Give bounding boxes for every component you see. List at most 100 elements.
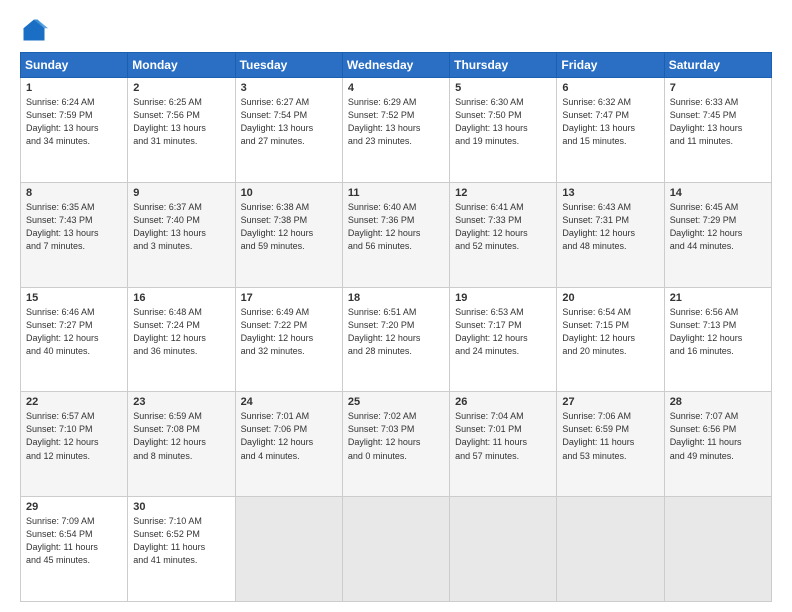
weekday-thursday: Thursday <box>450 53 557 78</box>
calendar-week-row: 29Sunrise: 7:09 AMSunset: 6:54 PMDayligh… <box>21 497 772 602</box>
day-info-line: and 49 minutes. <box>670 451 734 461</box>
day-info-line: Sunset: 7:54 PM <box>241 110 308 120</box>
day-info-line: Sunset: 7:13 PM <box>670 320 737 330</box>
day-info-line: and 12 minutes. <box>26 451 90 461</box>
day-info-line: Daylight: 13 hours <box>133 228 206 238</box>
day-info-line: Daylight: 12 hours <box>562 333 635 343</box>
day-info-line: Sunrise: 6:46 AM <box>26 307 95 317</box>
day-info-line: Daylight: 12 hours <box>26 333 99 343</box>
day-number: 30 <box>133 501 229 513</box>
day-info-line: Sunset: 6:56 PM <box>670 424 737 434</box>
day-info-line: Sunset: 7:29 PM <box>670 215 737 225</box>
day-info: Sunrise: 7:07 AMSunset: 6:56 PMDaylight:… <box>670 410 766 462</box>
day-info-line: Sunrise: 6:35 AM <box>26 202 95 212</box>
table-row: 5Sunrise: 6:30 AMSunset: 7:50 PMDaylight… <box>450 78 557 183</box>
table-row: 30 Sunrise: 7:10 AMSunset: 6:52 PMDayligh… <box>128 497 235 602</box>
table-row: 28 Sunrise: 7:07 AMSunset: 6:56 PMDayligh… <box>664 392 771 497</box>
day-number: 8 <box>26 187 122 199</box>
day-info-line: Daylight: 12 hours <box>348 333 421 343</box>
day-info-line: Sunrise: 6:24 AM <box>26 97 95 107</box>
table-row <box>450 497 557 602</box>
day-number: 25 <box>348 396 444 408</box>
table-row: 16Sunrise: 6:48 AMSunset: 7:24 PMDayligh… <box>128 287 235 392</box>
day-info-line: Sunrise: 6:57 AM <box>26 411 95 421</box>
day-number: 21 <box>670 292 766 304</box>
day-info-line: Daylight: 11 hours <box>455 437 527 447</box>
weekday-wednesday: Wednesday <box>342 53 449 78</box>
table-row: 2Sunrise: 6:25 AMSunset: 7:56 PMDaylight… <box>128 78 235 183</box>
weekday-saturday: Saturday <box>664 53 771 78</box>
day-info-line: Daylight: 12 hours <box>670 228 743 238</box>
table-row <box>557 497 664 602</box>
day-info-line: Sunset: 6:59 PM <box>562 424 629 434</box>
day-info: Sunrise: 6:33 AMSunset: 7:45 PMDaylight:… <box>670 96 766 148</box>
day-info-line: Daylight: 11 hours <box>133 542 205 552</box>
day-info-line: Sunrise: 6:27 AM <box>241 97 310 107</box>
table-row: 15Sunrise: 6:46 AMSunset: 7:27 PMDayligh… <box>21 287 128 392</box>
day-info: Sunrise: 6:57 AMSunset: 7:10 PMDaylight:… <box>26 410 122 462</box>
day-info: Sunrise: 6:54 AMSunset: 7:15 PMDaylight:… <box>562 306 658 358</box>
table-row <box>342 497 449 602</box>
table-row: 19 Sunrise: 6:53 AMSunset: 7:17 PMDayligh… <box>450 287 557 392</box>
day-number: 15 <box>26 292 122 304</box>
day-info: Sunrise: 6:53 AMSunset: 7:17 PMDaylight:… <box>455 306 551 358</box>
table-row <box>664 497 771 602</box>
day-info-line: Daylight: 13 hours <box>348 123 421 133</box>
day-number: 1 <box>26 82 122 94</box>
day-info-line: Sunrise: 6:37 AM <box>133 202 202 212</box>
day-info-line: Sunrise: 6:40 AM <box>348 202 417 212</box>
day-info-line: Sunset: 7:01 PM <box>455 424 522 434</box>
day-info: Sunrise: 6:30 AMSunset: 7:50 PMDaylight:… <box>455 96 551 148</box>
day-info-line: Sunset: 7:56 PM <box>133 110 200 120</box>
weekday-sunday: Sunday <box>21 53 128 78</box>
day-info-line: and 28 minutes. <box>348 346 412 356</box>
table-row: 6Sunrise: 6:32 AMSunset: 7:47 PMDaylight… <box>557 78 664 183</box>
day-number: 7 <box>670 82 766 94</box>
day-number: 19 <box>455 292 551 304</box>
day-info-line: and 44 minutes. <box>670 241 734 251</box>
day-info-line: and 23 minutes. <box>348 136 412 146</box>
table-row: 4Sunrise: 6:29 AMSunset: 7:52 PMDaylight… <box>342 78 449 183</box>
day-number: 28 <box>670 396 766 408</box>
table-row: 25Sunrise: 7:02 AMSunset: 7:03 PMDayligh… <box>342 392 449 497</box>
day-info-line: Sunset: 7:24 PM <box>133 320 200 330</box>
day-info-line: Sunset: 6:54 PM <box>26 529 93 539</box>
calendar-week-row: 8 Sunrise: 6:35 AM Sunset: 7:43 PM Daylight… <box>21 182 772 287</box>
table-row: 24Sunrise: 7:01 AMSunset: 7:06 PMDayligh… <box>235 392 342 497</box>
day-info-line: and 16 minutes. <box>670 346 734 356</box>
header <box>20 16 772 44</box>
day-info: Sunrise: 7:10 AMSunset: 6:52 PMDaylight:… <box>133 515 229 567</box>
day-info-line: Sunset: 7:59 PM <box>26 110 93 120</box>
calendar-week-row: 1 Sunrise: 6:24 AM Sunset: 7:59 PM Daylight… <box>21 78 772 183</box>
day-info-line: and 4 minutes. <box>241 451 300 461</box>
day-number: 18 <box>348 292 444 304</box>
day-info-line: Daylight: 12 hours <box>133 333 206 343</box>
day-info-line: Daylight: 13 hours <box>455 123 528 133</box>
day-info-line: Sunset: 7:43 PM <box>26 215 93 225</box>
day-info-line: Sunset: 7:22 PM <box>241 320 308 330</box>
day-info-line: Sunset: 7:10 PM <box>26 424 93 434</box>
day-info-line: and 19 minutes. <box>455 136 519 146</box>
day-info-line: Sunrise: 6:25 AM <box>133 97 202 107</box>
day-info-line: Sunset: 7:17 PM <box>455 320 522 330</box>
day-info-line: Sunrise: 6:38 AM <box>241 202 310 212</box>
day-info-line: Daylight: 12 hours <box>241 333 314 343</box>
day-info-line: Sunset: 7:33 PM <box>455 215 522 225</box>
day-info-line: Sunset: 7:36 PM <box>348 215 415 225</box>
day-info: Sunrise: 6:51 AMSunset: 7:20 PMDaylight:… <box>348 306 444 358</box>
table-row: 26Sunrise: 7:04 AMSunset: 7:01 PMDayligh… <box>450 392 557 497</box>
day-info-line: Sunrise: 6:30 AM <box>455 97 524 107</box>
day-info: Sunrise: 6:35 AMSunset: 7:43 PMDaylight:… <box>26 201 122 253</box>
day-info-line: Daylight: 13 hours <box>562 123 635 133</box>
day-info-line: Sunrise: 7:09 AM <box>26 516 95 526</box>
day-info-line: Daylight: 12 hours <box>241 228 314 238</box>
day-info: Sunrise: 7:04 AMSunset: 7:01 PMDaylight:… <box>455 410 551 462</box>
day-number: 24 <box>241 396 337 408</box>
table-row: 10Sunrise: 6:38 AMSunset: 7:38 PMDayligh… <box>235 182 342 287</box>
day-info-line: and 31 minutes. <box>133 136 197 146</box>
table-row <box>235 497 342 602</box>
calendar-week-row: 15Sunrise: 6:46 AMSunset: 7:27 PMDayligh… <box>21 287 772 392</box>
table-row: 7 Sunrise: 6:33 AMSunset: 7:45 PMDaylight… <box>664 78 771 183</box>
day-info: Sunrise: 6:27 AMSunset: 7:54 PMDaylight:… <box>241 96 337 148</box>
day-info-line: Sunset: 7:40 PM <box>133 215 200 225</box>
